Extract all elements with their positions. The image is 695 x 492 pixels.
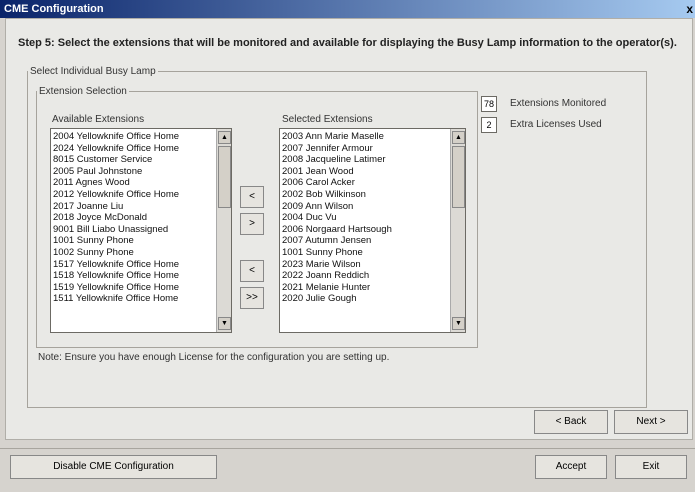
selected-list-item[interactable]: 2023 Marie Wilson	[282, 259, 449, 271]
footer-separator	[0, 448, 695, 449]
available-list-item[interactable]: 2004 Yellowknife Office Home	[53, 131, 215, 143]
back-button[interactable]: < Back	[534, 410, 608, 434]
selected-list-item[interactable]: 2020 Julie Gough	[282, 293, 449, 305]
selected-list-item[interactable]: 2001 Jean Wood	[282, 166, 449, 178]
extra-licenses-count: 2	[481, 117, 497, 133]
disable-cme-configuration-button[interactable]: Disable CME Configuration	[10, 455, 217, 479]
selected-list-item[interactable]: 1001 Sunny Phone	[282, 247, 449, 259]
outer-legend: Select Individual Busy Lamp	[30, 66, 156, 77]
available-scrollbar[interactable]: ▲ ▼	[216, 129, 231, 332]
step-instruction: Step 5: Select the extensions that will …	[18, 37, 677, 49]
selected-extensions-list[interactable]: 2003 Ann Marie Maselle 2007 Jennifer Armo…	[279, 128, 466, 333]
selected-extensions-label: Selected Extensions	[282, 114, 373, 125]
extensions-monitored-label: Extensions Monitored	[510, 98, 607, 109]
remove-all-button[interactable]: >>	[240, 287, 264, 309]
available-list-item[interactable]: 1518 Yellowknife Office Home	[53, 270, 215, 282]
available-list-item[interactable]: 1511 Yellowknife Office Home	[53, 293, 215, 305]
selected-scrollbar[interactable]: ▲ ▼	[450, 129, 465, 332]
available-list-item[interactable]: 2017 Joanne Liu	[53, 201, 215, 213]
scroll-down-icon[interactable]: ▼	[218, 317, 231, 330]
selected-list-item[interactable]: 2003 Ann Marie Maselle	[282, 131, 449, 143]
available-extensions-label: Available Extensions	[52, 114, 145, 125]
scroll-thumb[interactable]	[218, 146, 231, 208]
available-list-item[interactable]: 2011 Agnes Wood	[53, 177, 215, 189]
extensions-monitored-count: 78	[481, 96, 497, 112]
accept-button[interactable]: Accept	[535, 455, 607, 479]
extra-licenses-label: Extra Licenses Used	[510, 119, 602, 130]
selected-list-item[interactable]: 2022 Joann Reddich	[282, 270, 449, 282]
scroll-down-icon[interactable]: ▼	[452, 317, 465, 330]
scroll-up-icon[interactable]: ▲	[452, 131, 465, 144]
available-list-item[interactable]: 2024 Yellowknife Office Home	[53, 143, 215, 155]
available-list-item[interactable]: 1519 Yellowknife Office Home	[53, 282, 215, 294]
scroll-thumb[interactable]	[452, 146, 465, 208]
selected-items: 2003 Ann Marie Maselle 2007 Jennifer Armo…	[282, 131, 449, 330]
selected-list-item[interactable]: 2002 Bob Wilkinson	[282, 189, 449, 201]
selected-list-item[interactable]: 2006 Carol Acker	[282, 177, 449, 189]
scroll-up-icon[interactable]: ▲	[218, 131, 231, 144]
selected-list-item[interactable]: 2008 Jacqueline Latimer	[282, 154, 449, 166]
selected-list-item[interactable]: 2007 Autumn Jensen	[282, 235, 449, 247]
title-bar: CME Configuration x	[0, 0, 695, 18]
window-title: CME Configuration	[4, 3, 104, 15]
selected-list-item[interactable]: 2007 Jennifer Armour	[282, 143, 449, 155]
close-icon[interactable]: x	[686, 0, 693, 18]
selected-list-item[interactable]: 2009 Ann Wilson	[282, 201, 449, 213]
selected-list-item[interactable]: 2021 Melanie Hunter	[282, 282, 449, 294]
remove-button[interactable]: <	[240, 260, 264, 282]
available-list-item[interactable]: 2018 Joyce McDonald	[53, 212, 215, 224]
add-all-button[interactable]: >	[240, 213, 264, 235]
available-extensions-list[interactable]: 2004 Yellowknife Office Home 2024 Yellowk…	[50, 128, 232, 333]
next-button[interactable]: Next >	[614, 410, 688, 434]
add-button[interactable]: <	[240, 186, 264, 208]
cme-configuration-window: CME Configuration x Step 5: Select the e…	[0, 0, 695, 492]
available-list-item[interactable]: 2005 Paul Johnstone	[53, 166, 215, 178]
selected-list-item[interactable]: 2006 Norgaard Hartsough	[282, 224, 449, 236]
available-items: 2004 Yellowknife Office Home 2024 Yellowk…	[53, 131, 215, 330]
license-note: Note: Ensure you have enough License for…	[38, 352, 390, 363]
available-list-item[interactable]: 9001 Bill Liabo Unassigned	[53, 224, 215, 236]
available-list-item[interactable]: 8015 Customer Service	[53, 154, 215, 166]
available-list-item[interactable]: 1002 Sunny Phone	[53, 247, 215, 259]
selected-list-item[interactable]: 2004 Duc Vu	[282, 212, 449, 224]
inner-legend: Extension Selection	[39, 86, 127, 97]
available-list-item[interactable]: 2012 Yellowknife Office Home	[53, 189, 215, 201]
available-list-item[interactable]: 1517 Yellowknife Office Home	[53, 259, 215, 271]
available-list-item[interactable]: 1001 Sunny Phone	[53, 235, 215, 247]
exit-button[interactable]: Exit	[615, 455, 687, 479]
